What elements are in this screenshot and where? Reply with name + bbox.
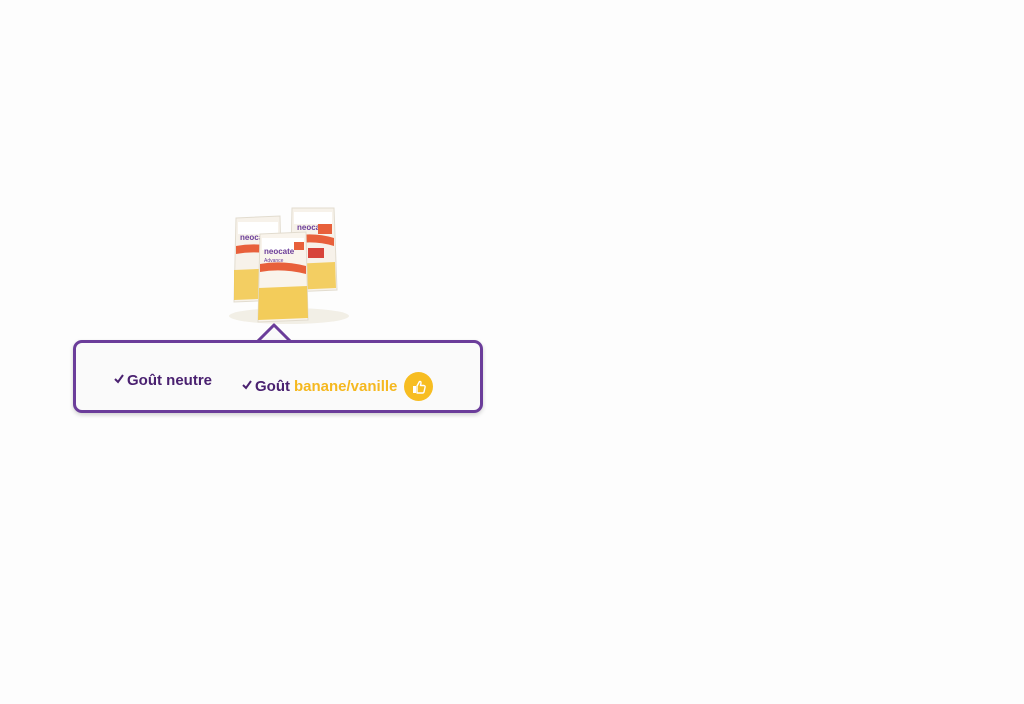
flavor-option-label: Goût neutre (127, 372, 212, 389)
flavor-highlight: banane/vanille (294, 378, 398, 395)
flavor-callout: Goût neutre Goût banane/vanille (73, 340, 483, 413)
neocate-sachets-image: neocate neocate neocate Advance (229, 207, 349, 324)
thumbs-up-glyph (412, 380, 426, 394)
flavor-option-neutre: Goût neutre (114, 372, 212, 389)
page: neocate neocate neocate Advance Goût neu… (0, 0, 1024, 704)
check-icon (242, 379, 252, 390)
thumbs-up-icon (404, 372, 434, 401)
flavor-option-banane-vanille: Goût banane/vanille (242, 372, 434, 401)
flavor-option-label: Goût (255, 378, 290, 395)
svg-text:neocate: neocate (264, 247, 295, 256)
check-icon (114, 373, 124, 384)
